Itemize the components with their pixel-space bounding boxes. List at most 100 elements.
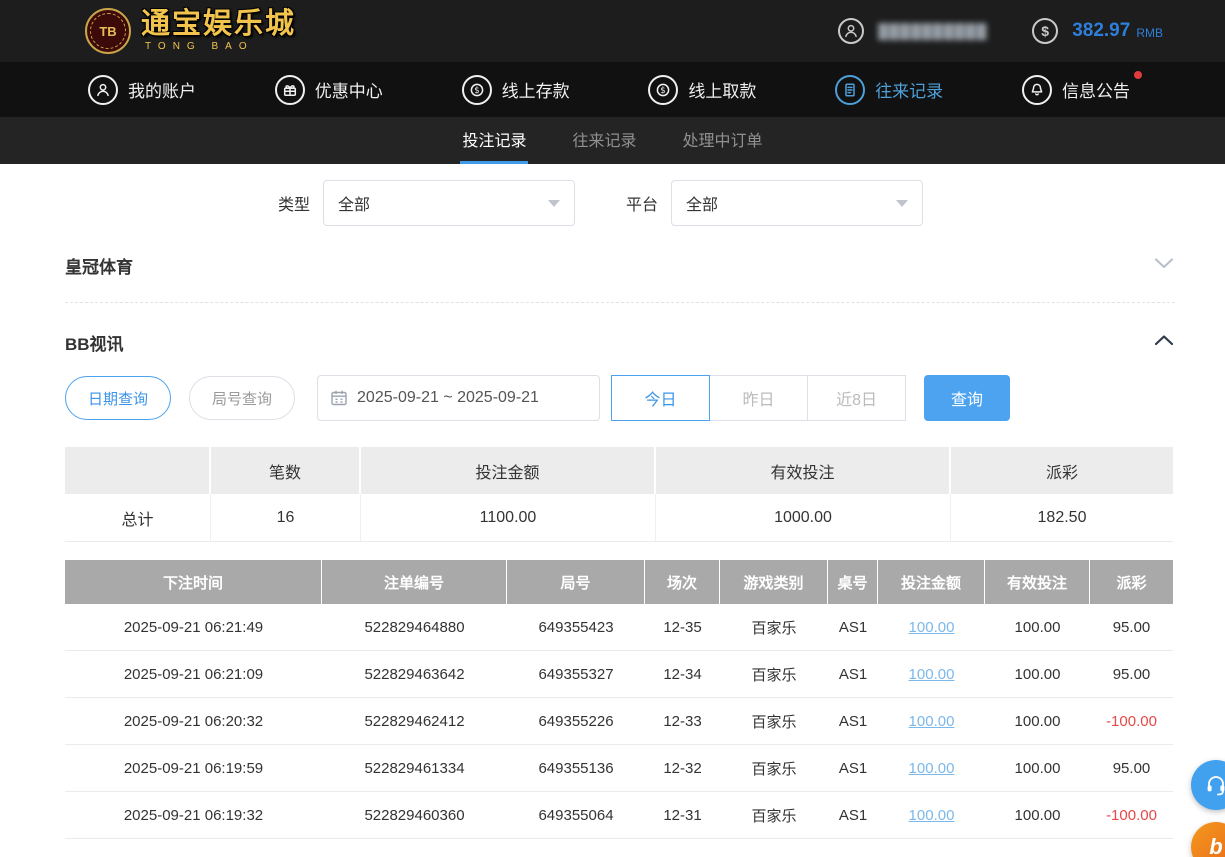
section-crown-sports[interactable]: 皇冠体育 (65, 226, 1175, 303)
table-cell: 95.00 (1090, 745, 1173, 792)
chevron-down-icon[interactable] (1153, 256, 1175, 275)
withdraw-coin-icon: $ (648, 74, 679, 105)
table-cell: 649355423 (507, 604, 645, 651)
yesterday-button[interactable]: 昨日 (709, 375, 809, 421)
nav-item-transaction-records[interactable]: 往来记录 (835, 74, 943, 105)
chevron-down-icon (896, 199, 909, 207)
user-avatar-icon[interactable] (838, 18, 865, 44)
summary-count: 16 (211, 494, 361, 542)
logo-text: 通宝娱乐城 TONG BAO (141, 10, 296, 52)
nav-item-my-account[interactable]: 我的账户 (88, 74, 196, 105)
nav-item-deposit[interactable]: $ 线上存款 (461, 74, 570, 105)
main-nav: 我的账户 优惠中心 $ 线上存款 $ 线上取款 往来记录 信息公告 (0, 62, 1225, 117)
summary-header: 投注金额 (361, 447, 656, 494)
top-bar: TB 通宝娱乐城 TONG BAO ██████████ $ 382.97 RM… (0, 0, 1225, 62)
tab-pending-orders[interactable]: 处理中订单 (681, 117, 765, 164)
page: TB 通宝娱乐城 TONG BAO ██████████ $ 382.97 RM… (0, 0, 1225, 857)
column-header: 下注时间 (65, 560, 322, 604)
date-range-picker[interactable]: 2025-09-21 ~ 2025-09-21 (317, 375, 601, 421)
nav-item-promotions[interactable]: 优惠中心 (274, 74, 383, 105)
table-cell: 百家乐 (720, 792, 828, 839)
logo-subtitle: TONG BAO (145, 41, 254, 52)
table-cell: 95.00 (1090, 651, 1173, 698)
table-cell: 100.00 (985, 651, 1090, 698)
summary-header-empty (65, 447, 211, 494)
summary-header-row: 笔数 投注金额 有效投注 派彩 (65, 447, 1173, 494)
table-cell: 2025-09-21 06:19:59 (65, 745, 322, 792)
table-cell: 95.00 (1090, 604, 1173, 651)
table-cell: 2025-09-21 06:21:09 (65, 651, 322, 698)
table-cell: 百家乐 (720, 698, 828, 745)
column-header: 游戏类别 (720, 560, 828, 604)
table-cell: 522829462412 (322, 698, 507, 745)
nav-item-label: 优惠中心 (314, 82, 383, 101)
chevron-up-icon[interactable] (1153, 333, 1175, 352)
table-cell: 百家乐 (720, 745, 828, 792)
table-cell: 100.00 (985, 745, 1090, 792)
last8days-button[interactable]: 近8日 (807, 375, 907, 421)
nav-item-announcements[interactable]: 信息公告 (1021, 70, 1142, 105)
table-cell: AS1 (828, 792, 878, 839)
table-cell: 522829460360 (322, 792, 507, 839)
nav-item-withdraw[interactable]: $ 线上取款 (648, 74, 757, 105)
table-cell: 649355136 (507, 745, 645, 792)
table-cell: 2025-09-21 06:19:32 (65, 792, 322, 839)
bet-table-body: 2025-09-21 06:21:49 522829464880 649355423… (65, 604, 1173, 839)
column-header: 局号 (507, 560, 645, 604)
table-row: 2025-09-21 06:21:49 522829464880 649355423… (65, 604, 1173, 651)
type-filter-label: 类型 (278, 197, 311, 214)
table-cell: 100.00 (985, 604, 1090, 651)
today-button[interactable]: 今日 (611, 375, 711, 421)
brand-logo[interactable]: TB 通宝娱乐城 TONG BAO (85, 8, 296, 54)
column-header: 投注金额 (878, 560, 985, 604)
table-row: 2025-09-21 06:19:32 522829460360 649355064… (65, 792, 1173, 839)
nav-item-label: 线上取款 (688, 82, 757, 101)
summary-header: 派彩 (951, 447, 1173, 494)
table-cell: 649355064 (507, 792, 645, 839)
table-cell: 2025-09-21 06:20:32 (65, 698, 322, 745)
table-cell: 2025-09-21 06:21:49 (65, 604, 322, 651)
promo-letter: b (1209, 834, 1223, 857)
column-header: 有效投注 (985, 560, 1090, 604)
type-select[interactable]: 全部 (323, 180, 576, 226)
table-cell: 522829463642 (322, 651, 507, 698)
tab-transaction-records[interactable]: 往来记录 (570, 117, 638, 164)
tab-bet-records[interactable]: 投注记录 (460, 117, 529, 164)
table-cell: 100.00 (985, 792, 1090, 839)
table-cell: -100.00 (1090, 792, 1173, 839)
summary-valid-bet: 1000.00 (656, 494, 951, 542)
bet-amount-link[interactable]: 100.00 (878, 698, 985, 745)
bet-amount-link[interactable]: 100.00 (878, 651, 985, 698)
table-cell: -100.00 (1090, 698, 1173, 745)
date-query-button[interactable]: 日期查询 (65, 376, 172, 420)
bet-table-header: 下注时间 注单编号 局号 场次 游戏类别 桌号 投注金额 有效投注 派彩 (65, 560, 1173, 604)
summary-table: 笔数 投注金额 有效投注 派彩 总计 16 1100.00 1000.00 18… (65, 447, 1173, 542)
nav-item-label: 信息公告 (1061, 82, 1130, 101)
notification-dot (1133, 70, 1142, 79)
bet-amount-link[interactable]: 100.00 (878, 792, 985, 839)
column-header: 注单编号 (322, 560, 507, 604)
table-row: 2025-09-21 06:20:32 522829462412 649355226… (65, 698, 1173, 745)
platform-select[interactable]: 全部 (671, 180, 924, 226)
section-title: 皇冠体育 (65, 258, 133, 277)
chevron-down-icon (548, 199, 561, 207)
customer-service-float-button[interactable] (1191, 760, 1225, 810)
table-cell: 12-34 (645, 651, 720, 698)
table-cell: 649355327 (507, 651, 645, 698)
query-toolbar: 日期查询 局号查询 2025-09-21 ~ 2025-09-21 今日 昨日 … (65, 375, 1225, 421)
balance-amount: 382.97 (1072, 20, 1131, 41)
topbar-right: ██████████ $ 382.97 RMB (838, 18, 1163, 44)
round-query-button[interactable]: 局号查询 (189, 376, 296, 420)
promo-float-button[interactable]: b (1191, 822, 1225, 857)
table-cell: 12-33 (645, 698, 720, 745)
logo-coin-text: TB (99, 23, 117, 39)
bet-amount-link[interactable]: 100.00 (878, 745, 985, 792)
table-cell: 12-35 (645, 604, 720, 651)
bet-amount-link[interactable]: 100.00 (878, 604, 985, 651)
summary-payout: 182.50 (951, 494, 1173, 542)
search-button[interactable]: 查询 (924, 375, 1011, 421)
table-cell: 百家乐 (720, 604, 828, 651)
type-select-value: 全部 (338, 197, 371, 214)
section-title: BB视讯 (65, 335, 124, 354)
section-bb-video[interactable]: BB视讯 (65, 303, 1175, 365)
